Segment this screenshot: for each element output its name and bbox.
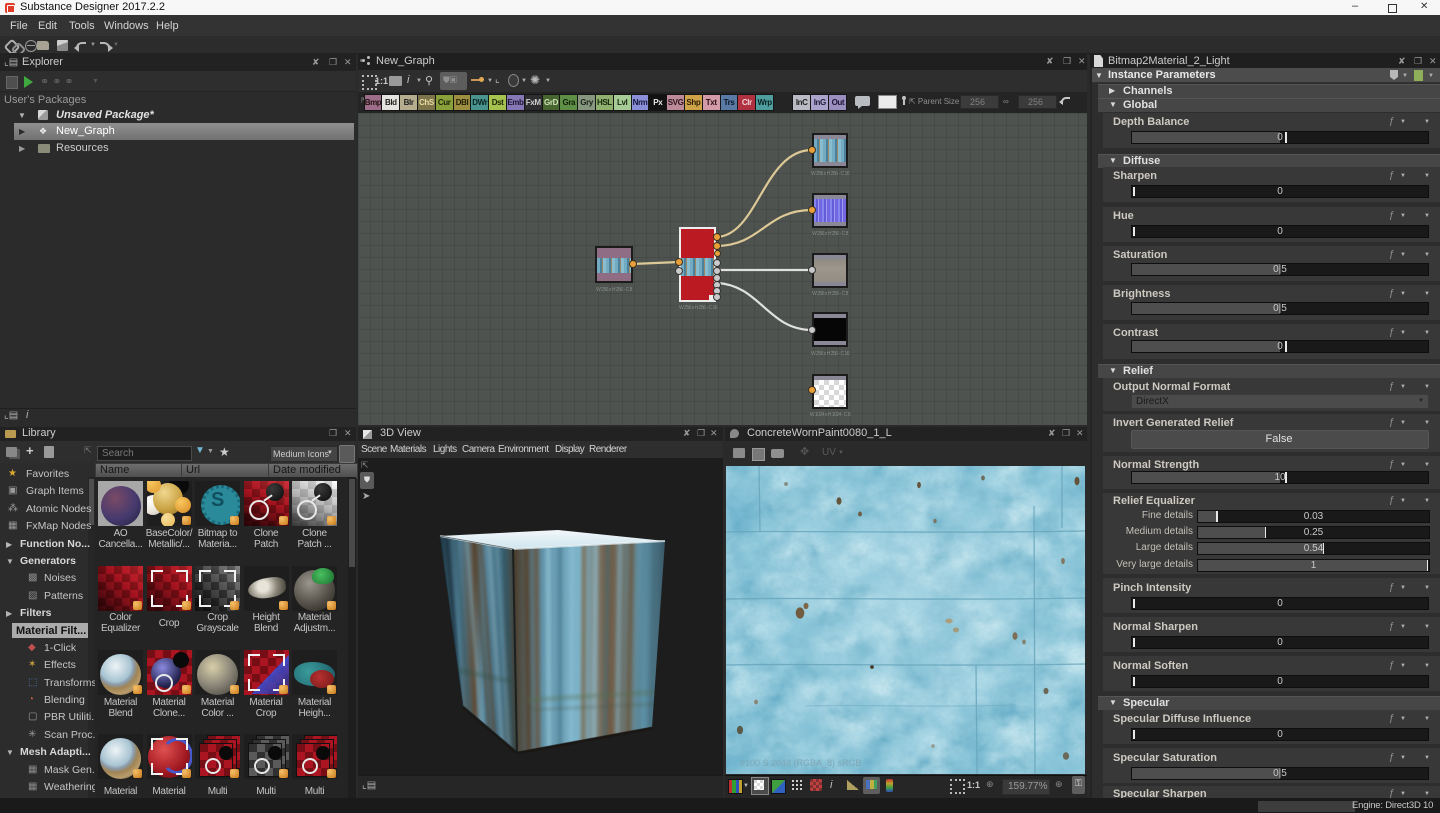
- svg-text:#100 S 2048 (RGBA_8) sRGB: #100 S 2048 (RGBA_8) sRGB: [740, 758, 862, 768]
